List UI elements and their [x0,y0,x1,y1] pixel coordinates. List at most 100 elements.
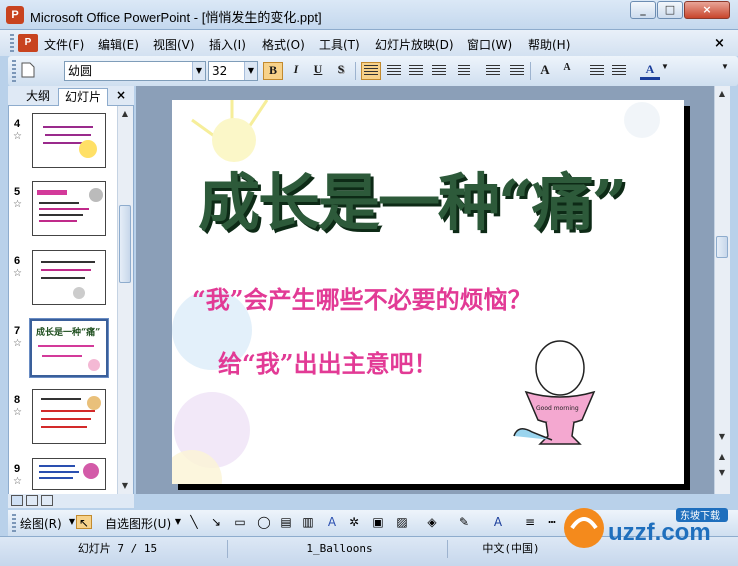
oval-icon[interactable]: ◯ [256,515,272,529]
slideshow-icon[interactable] [41,495,53,506]
align-center-icon[interactable] [387,65,401,76]
normal-view-icon[interactable] [11,495,23,506]
decrease-indent-icon[interactable] [590,65,604,76]
vertical-text-box-icon[interactable]: ▥ [300,515,316,529]
line-color-icon[interactable]: ✎ [456,515,472,529]
tab-slides[interactable]: 幻灯片 [58,88,108,106]
shrink-font-button[interactable]: A [557,62,577,80]
increase-indent-icon[interactable] [612,65,626,76]
toolbar-separator [530,62,531,80]
font-color-icon[interactable]: A [490,515,506,529]
distribute-icon[interactable] [432,65,446,76]
numbering-icon[interactable] [486,65,500,76]
scroll-up-icon[interactable]: ▲ [117,109,133,118]
current-slide[interactable]: 成长是一种“痛” “我”会产生哪些不必要的烦恼？ 给“我”出出主意吧！ Good… [172,100,684,484]
egg-cup-illustration[interactable]: Good morning [512,340,602,450]
bold-button[interactable]: B [263,62,283,80]
design-template-status: 1_Balloons [232,540,448,558]
document-icon[interactable]: P [18,34,38,52]
watermark-logo: uzzf.com 东坡下载 [564,508,728,548]
drawbar-grip[interactable] [12,514,16,532]
select-pointer-icon[interactable]: ↖ [76,515,92,530]
slide-thumbnail-4[interactable] [32,113,106,168]
tab-outline[interactable]: 大纲 [18,88,58,106]
font-name-select[interactable]: 幼圆 ▼ [64,61,206,81]
animation-star-icon: ☆ [13,268,22,279]
menu-window[interactable]: 窗口(W) [467,36,512,53]
menu-edit[interactable]: 编辑(E) [98,36,139,53]
slide-body-line-2[interactable]: 给“我”出出主意吧！ [218,344,438,379]
slide-sorter-icon[interactable] [26,495,38,506]
watermark-tag: 东坡下载 [680,509,720,522]
thumb-number: 7 [14,325,21,337]
scroll-down-icon[interactable]: ▼ [714,432,730,441]
scroll-down-icon[interactable]: ▼ [117,481,133,490]
text-box-icon[interactable]: ▤ [278,515,294,529]
chevron-down-icon[interactable]: ▼ [192,62,205,80]
next-slide-icon[interactable]: ▼ [714,468,730,477]
chevron-down-icon[interactable]: ▼ [660,62,670,80]
menu-grip[interactable] [10,34,14,52]
wordart-icon[interactable]: A [324,515,340,529]
italic-button[interactable]: I [286,62,306,80]
menu-insert[interactable]: 插入(I) [209,36,246,53]
autoshapes-menu-button[interactable]: 自选图形(U) [105,515,171,532]
new-document-icon[interactable] [18,62,38,80]
rectangle-icon[interactable]: ▭ [232,515,248,529]
slide-thumbnail-6[interactable] [32,250,106,305]
thumb-number: 9 [14,463,21,475]
draw-menu-button[interactable]: 绘图(R) [20,515,62,532]
font-size-select[interactable]: 32 ▼ [208,61,258,81]
shadow-button[interactable]: S [331,62,351,80]
close-window-button[interactable]: × [684,1,730,19]
bullets-icon[interactable] [510,65,524,76]
previous-slide-icon[interactable]: ▲ [714,452,730,461]
slide-thumbnail-9[interactable] [32,458,106,490]
slides-pane-scroll-thumb[interactable] [119,205,131,283]
slide-thumbnail-8[interactable] [32,389,106,444]
align-right-icon[interactable] [409,65,423,76]
slide-thumbnail-7[interactable]: 成长是一种“痛” [29,318,109,378]
powerpoint-app-icon[interactable]: P [6,6,24,24]
thumb-number: 4 [14,118,21,130]
grow-font-button[interactable]: A [535,62,555,80]
slide-title[interactable]: 成长是一种“痛” [198,152,627,242]
slide-thumbnail-5[interactable] [32,181,106,236]
thumb-number: 6 [14,255,21,267]
document-close-button[interactable]: × [714,36,725,51]
fill-color-icon[interactable]: ◈ [424,515,440,529]
toolbar-grip[interactable] [12,60,16,82]
underline-button[interactable]: U [308,62,328,80]
scroll-up-icon[interactable]: ▲ [714,89,730,98]
font-size-value: 32 [212,64,228,78]
slide-scroll-thumb[interactable] [716,236,728,258]
arrow-icon[interactable]: ↘ [208,515,224,529]
menu-tools[interactable]: 工具(T) [319,36,360,53]
maximize-button[interactable]: □ [657,1,683,19]
window-title: Microsoft Office PowerPoint - [悄悄发生的变化.p… [30,10,322,25]
dash-style-icon[interactable]: ┅ [544,515,560,529]
chevron-down-icon[interactable]: ▼ [170,515,186,529]
animation-star-icon: ☆ [13,131,22,142]
menu-file[interactable]: 文件(F) [44,36,84,53]
thumb-number: 8 [14,394,21,406]
slides-pane-scrollbar[interactable] [117,106,133,494]
slide-body-line-1[interactable]: “我”会产生哪些不必要的烦恼？ [192,280,532,315]
toolbar-options-icon[interactable]: ▼ [720,62,730,80]
slide-position-status: 幻灯片 7 / 15 [8,540,228,558]
line-icon[interactable]: ╲ [186,515,202,529]
menu-slideshow[interactable]: 幻灯片放映(D) [375,36,454,53]
minimize-button[interactable]: _ [630,1,656,19]
menu-view[interactable]: 视图(V) [153,36,195,53]
line-style-icon[interactable]: ≡ [522,515,538,529]
chevron-down-icon[interactable]: ▼ [244,62,257,80]
animation-star-icon: ☆ [13,476,22,487]
close-icon[interactable]: × [116,88,126,102]
columns-icon[interactable] [458,65,470,76]
picture-icon[interactable]: ▨ [394,515,410,529]
clipart-icon[interactable]: ▣ [370,515,386,529]
menu-help[interactable]: 帮助(H) [528,36,570,53]
font-color-button[interactable]: A [640,62,660,80]
diagram-icon[interactable]: ✲ [346,515,362,529]
menu-format[interactable]: 格式(O) [262,36,305,53]
